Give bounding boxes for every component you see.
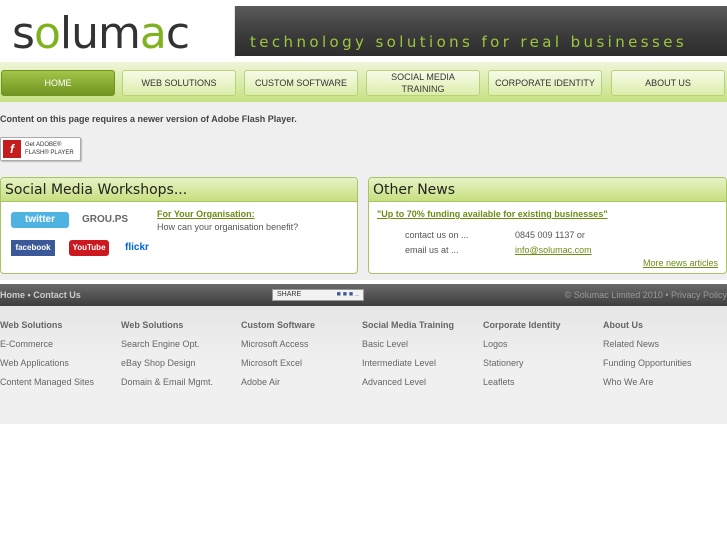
site-logo[interactable]: solumac [12, 12, 190, 56]
facebook-icon: facebook [11, 240, 55, 256]
more-news-link[interactable]: More news articles [643, 258, 718, 268]
flash-warning: Content on this page requires a newer ve… [0, 114, 297, 124]
contact-phone: 0845 009 1137 or [515, 230, 585, 240]
sitemap-link[interactable]: Content Managed Sites [0, 377, 94, 387]
sitemap-heading[interactable]: Web Solutions [121, 320, 213, 330]
email-link[interactable]: info@solumac.com [515, 245, 592, 255]
flash-button-line2: FLASH® PLAYER [25, 150, 74, 156]
other-news-panel: Other News "Up to 70% funding available … [368, 177, 727, 274]
footer-contact-link[interactable]: Contact Us [33, 290, 81, 300]
main-nav: HOME WEB SOLUTIONS CUSTOM SOFTWARE SOCIA… [0, 62, 727, 102]
sitemap-col-custom-software: Custom Software Microsoft Access Microso… [241, 320, 315, 396]
panel-title: Social Media Workshops... [1, 178, 357, 202]
footer-bar: Home • Contact Us SHARE ■ ■ ■ .. © Solum… [0, 284, 727, 306]
logo-letter: s [12, 8, 35, 59]
flash-button-text: Get ADOBE® FLASH® PLAYER [25, 141, 74, 157]
twitter-icon: twitter [11, 212, 69, 228]
sitemap-link[interactable]: Related News [603, 339, 692, 349]
sitemap-link[interactable]: Web Applications [0, 358, 94, 368]
footer-links: Home • Contact Us [0, 290, 81, 300]
sitemap-heading[interactable]: Corporate Identity [483, 320, 561, 330]
logo-letter-green: a [139, 8, 167, 59]
sitemap-link[interactable]: Stationery [483, 358, 561, 368]
share-label: SHARE [277, 291, 302, 298]
flickr-icon: flickr [125, 242, 149, 253]
contact-label: contact us on ... [405, 230, 469, 240]
sitemap-link[interactable]: Logos [483, 339, 561, 349]
sitemap-link[interactable]: Microsoft Access [241, 339, 315, 349]
flash-button-line1: Get ADOBE® [25, 142, 62, 148]
sitemap-link[interactable]: eBay Shop Design [121, 358, 213, 368]
tagline: technology solutions for real businesses [250, 33, 688, 51]
sitemap-link[interactable]: Leaflets [483, 377, 561, 387]
sitemap-link[interactable]: Intermediate Level [362, 358, 454, 368]
sitemap-heading[interactable]: Custom Software [241, 320, 315, 330]
sitemap-col-about-us: About Us Related News Funding Opportunit… [603, 320, 692, 396]
logo-letters: lum [59, 8, 141, 59]
youtube-icon: YouTube [69, 240, 109, 256]
sitemap-link[interactable]: Domain & Email Mgmt. [121, 377, 213, 387]
footer-home-link[interactable]: Home [0, 290, 25, 300]
sitemap-link[interactable]: Search Engine Opt. [121, 339, 213, 349]
nav-web-solutions[interactable]: WEB SOLUTIONS [122, 70, 236, 96]
sitemap-link[interactable]: Basic Level [362, 339, 454, 349]
social-media-panel: Social Media Workshops... twitter GROU.P… [0, 177, 358, 274]
sitemap-col-social-media: Social Media Training Basic Level Interm… [362, 320, 454, 396]
sitemap-link[interactable]: E-Commerce [0, 339, 94, 349]
sitemap-heading[interactable]: About Us [603, 320, 692, 330]
share-button[interactable]: SHARE ■ ■ ■ .. [272, 289, 364, 301]
nav-social-media-training[interactable]: SOCIAL MEDIA TRAINING [366, 70, 480, 96]
sitemap-link[interactable]: Adobe Air [241, 377, 315, 387]
nav-custom-software[interactable]: CUSTOM SOFTWARE [244, 70, 358, 96]
site-header: solumac technology solutions for real bu… [0, 0, 727, 62]
sitemap-heading[interactable]: Social Media Training [362, 320, 454, 330]
logo-letter: c [165, 8, 190, 59]
nav-home[interactable]: HOME [1, 70, 115, 96]
groups-icon: GROU.PS [81, 214, 129, 225]
share-icons: ■ ■ ■ .. [336, 291, 359, 298]
logo-letter-green: o [33, 8, 61, 59]
sitemap-link[interactable]: Who We Are [603, 377, 692, 387]
get-flash-button[interactable]: f Get ADOBE® FLASH® PLAYER [0, 137, 81, 161]
sitemap-link[interactable]: Advanced Level [362, 377, 454, 387]
copyright: © Solumac Limited 2010 • Privacy Policy [564, 290, 727, 300]
sitemap-col-web-solutions-2: Web Solutions Search Engine Opt. eBay Sh… [121, 320, 213, 396]
panel-title: Other News [369, 178, 726, 202]
organisation-text: How can your organisation benefit? [157, 222, 299, 232]
sitemap-link[interactable]: Funding Opportunities [603, 358, 692, 368]
nav-about-us[interactable]: ABOUT US [611, 70, 725, 96]
sitemap-col-web-solutions: Web Solutions E-Commerce Web Application… [0, 320, 94, 396]
organisation-link[interactable]: For Your Organisation: [157, 209, 255, 219]
sitemap-col-corporate-identity: Corporate Identity Logos Stationery Leaf… [483, 320, 561, 396]
social-logos: twitter GROU.PS facebook YouTube flickr [9, 208, 154, 266]
footer-separator: • [27, 290, 31, 300]
email-label: email us at ... [405, 245, 459, 255]
nav-corporate-identity[interactable]: CORPORATE IDENTITY [488, 70, 602, 96]
sitemap-heading[interactable]: Web Solutions [0, 320, 94, 330]
flash-logo-icon: f [3, 140, 21, 158]
news-headline-link[interactable]: "Up to 70% funding available for existin… [377, 209, 608, 219]
sitemap-link[interactable]: Microsoft Excel [241, 358, 315, 368]
logo-box[interactable]: solumac [0, 6, 235, 58]
